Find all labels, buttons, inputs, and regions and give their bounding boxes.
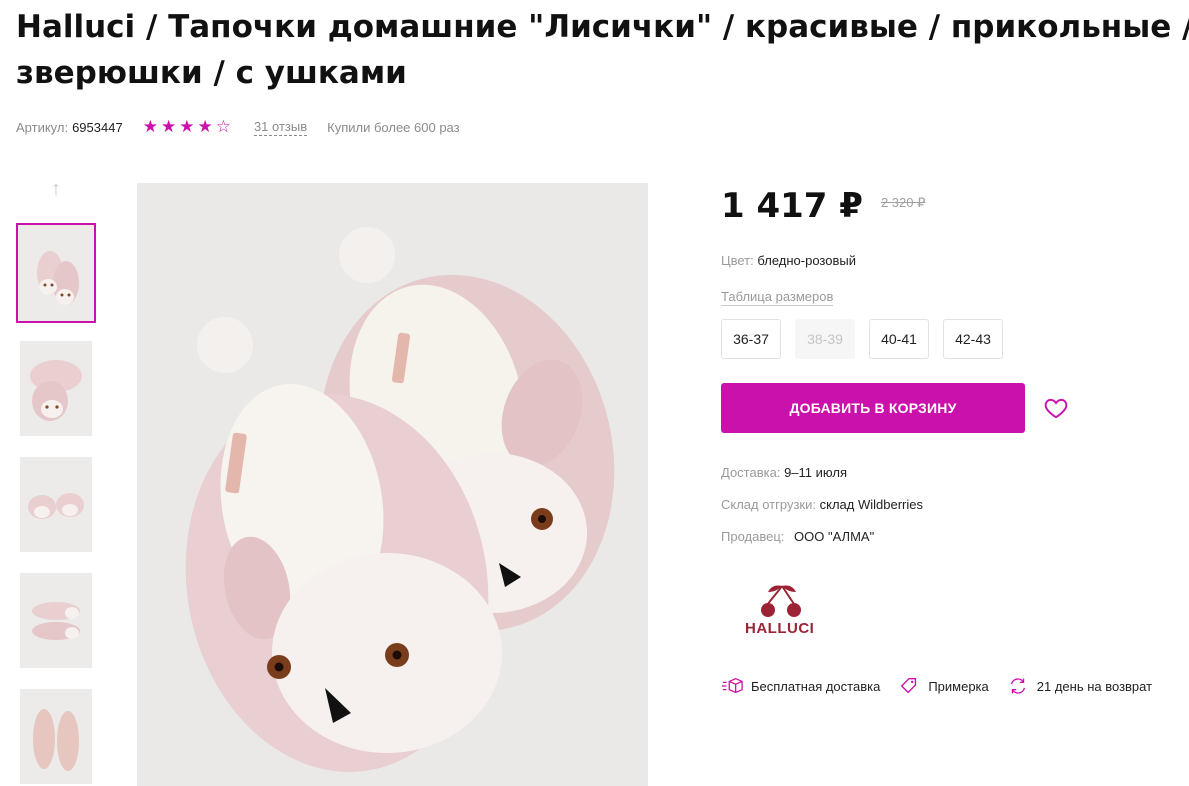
warehouse-row: Склад отгрузки: склад Wildberries bbox=[721, 497, 923, 512]
add-to-cart-label: ДОБАВИТЬ В КОРЗИНУ bbox=[789, 400, 957, 416]
warehouse-label: Склад отгрузки: bbox=[721, 497, 816, 512]
size-option[interactable]: 36-37 bbox=[721, 319, 781, 359]
gallery-thumb[interactable] bbox=[16, 223, 96, 323]
tag-icon bbox=[901, 677, 917, 694]
star-filled-icon: ★ bbox=[179, 117, 195, 136]
article-value: 6953447 bbox=[72, 119, 123, 135]
gallery-thumb[interactable] bbox=[20, 457, 92, 552]
return-feature: 21 день на возврат bbox=[1007, 676, 1152, 696]
size-option[interactable]: 42-43 bbox=[943, 319, 1003, 359]
slippers-thumb-image bbox=[18, 225, 94, 321]
return-arrows-icon bbox=[1010, 678, 1025, 694]
gallery-thumb[interactable] bbox=[20, 689, 92, 784]
size-table-link[interactable]: Таблица размеров bbox=[721, 289, 834, 306]
color-label: Цвет: bbox=[721, 253, 754, 268]
heart-icon[interactable] bbox=[1043, 395, 1069, 421]
size-option-unavailable: 38-39 bbox=[795, 319, 855, 359]
free-delivery-label: Бесплатная доставка bbox=[751, 678, 881, 694]
size-selector: 36-37 38-39 40-41 42-43 bbox=[721, 319, 1017, 359]
gallery-thumb[interactable] bbox=[20, 573, 92, 668]
product-meta: Артикул: 6953447 ★ ★ ★ ★ ☆ 31 отзыв Купи… bbox=[16, 118, 460, 136]
fitting-feature: Примерка bbox=[898, 676, 989, 696]
slippers-photo-image bbox=[137, 183, 648, 786]
delivery-value: 9–11 июля bbox=[784, 465, 847, 480]
slippers-thumb-image bbox=[20, 573, 92, 668]
main-product-photo[interactable] bbox=[137, 183, 648, 786]
reviews-link[interactable]: 31 отзыв bbox=[253, 119, 308, 136]
article-label: Артикул: bbox=[16, 119, 69, 135]
star-filled-icon: ★ bbox=[160, 117, 177, 136]
star-filled-icon: ★ bbox=[142, 117, 158, 136]
slippers-thumb-image bbox=[20, 689, 92, 784]
star-filled-icon: ★ bbox=[197, 117, 213, 136]
rating-stars: ★ ★ ★ ★ ☆ bbox=[143, 118, 234, 136]
brand-name[interactable]: HALLUCI bbox=[745, 620, 814, 637]
add-to-cart-button[interactable]: ДОБАВИТЬ В КОРЗИНУ bbox=[721, 383, 1025, 433]
size-table-row: Таблица размеров bbox=[721, 289, 834, 306]
slippers-thumb-image bbox=[20, 457, 92, 552]
old-price: 2 320 ₽ bbox=[880, 195, 926, 210]
free-delivery-feature: Бесплатная доставка bbox=[721, 676, 880, 696]
return-label: 21 день на возврат bbox=[1036, 678, 1153, 694]
delivery-box-icon bbox=[721, 677, 743, 694]
seller-label: Продавец: bbox=[721, 529, 785, 544]
delivery-row: Доставка: 9–11 июля bbox=[721, 465, 847, 480]
size-option[interactable]: 40-41 bbox=[869, 319, 929, 359]
color-value: бледно-розовый bbox=[757, 253, 856, 268]
star-empty-icon: ☆ bbox=[215, 117, 231, 136]
fitting-label: Примерка bbox=[928, 678, 989, 694]
warehouse-value: склад Wildberries bbox=[819, 497, 923, 512]
arrow-up-icon[interactable]: ↑ bbox=[45, 178, 67, 200]
features-row: Бесплатная доставка Примерка 21 день на … bbox=[721, 676, 1170, 696]
price-block: 1 417 ₽ 2 320 ₽ bbox=[721, 186, 925, 226]
delivery-label: Доставка: bbox=[721, 465, 781, 480]
seller-row: Продавец: ООО "АЛМА" bbox=[721, 529, 874, 544]
current-price: 1 417 ₽ bbox=[721, 186, 863, 226]
seller-value[interactable]: ООО "АЛМА" bbox=[794, 529, 874, 544]
slippers-thumb-image bbox=[20, 341, 92, 436]
product-title: Halluci / Тапочки домашние "Лисички" / к… bbox=[16, 9, 1189, 91]
color-row: Цвет: бледно-розовый bbox=[721, 253, 856, 268]
gallery-thumb[interactable] bbox=[20, 341, 92, 436]
bought-count: Купили более 600 раз bbox=[327, 119, 460, 135]
